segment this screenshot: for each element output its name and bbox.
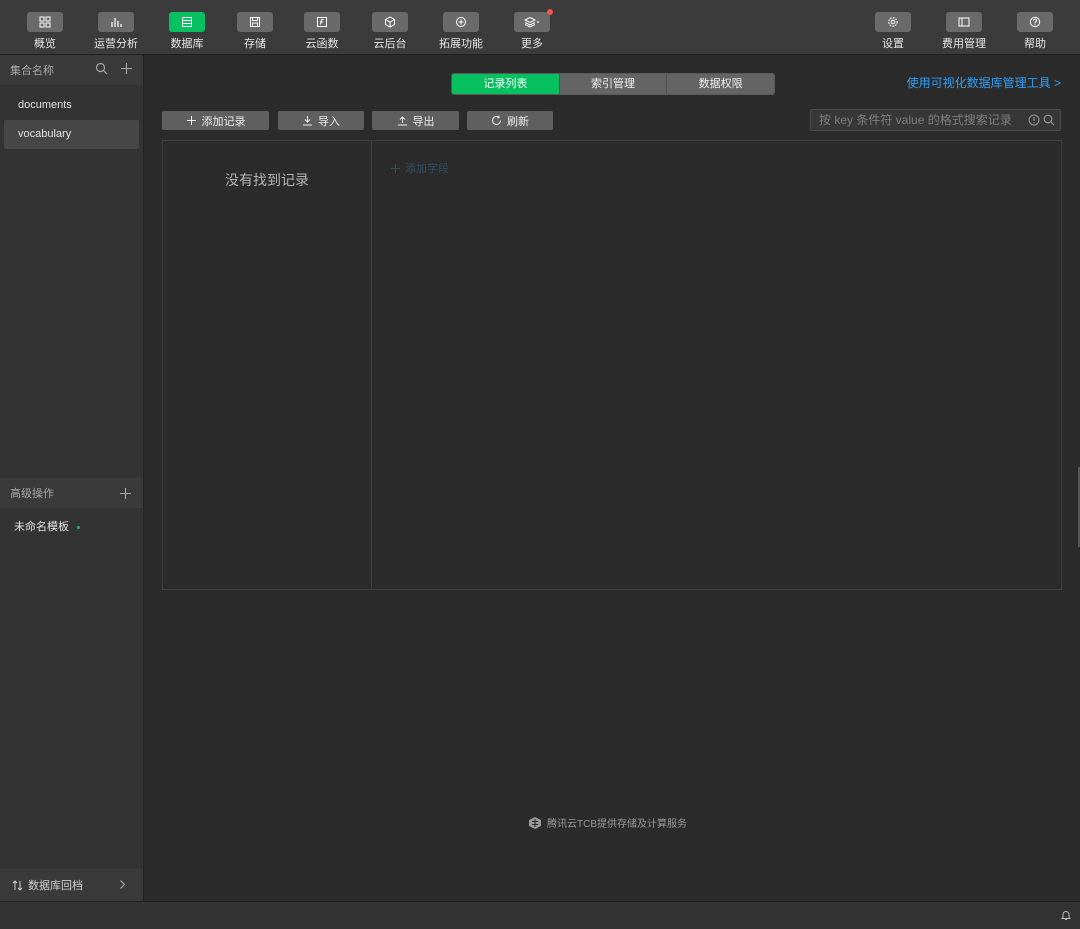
add-template-icon[interactable] <box>119 487 132 500</box>
info-icon[interactable] <box>1028 114 1040 126</box>
tencent-cloud-logo-icon <box>529 816 541 829</box>
collection-item-documents[interactable]: documents <box>4 91 139 120</box>
advanced-operations-header: 高级操作 <box>0 478 143 508</box>
toolbar-extensions-button[interactable]: 拓展功能 <box>426 12 496 52</box>
upload-icon <box>397 116 407 126</box>
layers-dropdown-icon <box>523 16 540 28</box>
status-dot <box>77 525 80 529</box>
help-question-icon <box>1029 16 1041 28</box>
tab-data-permissions[interactable]: 数据权限 <box>666 74 774 94</box>
add-field-button[interactable]: 添加字段 <box>391 160 449 176</box>
toolbar-overview-button[interactable]: 概览 <box>10 12 80 52</box>
toolbar-label: 概览 <box>34 38 56 50</box>
template-item[interactable]: 未命名模板 <box>14 518 80 534</box>
add-collection-icon[interactable] <box>120 62 133 75</box>
collections-header: 集合名称 <box>0 55 143 85</box>
toolbar-label: 数据库 <box>170 38 204 50</box>
toolbar-label: 拓展功能 <box>439 38 483 50</box>
import-label: 导入 <box>318 115 340 128</box>
template-label: 未命名模板 <box>14 521 69 533</box>
toolbar-label: 更多 <box>521 38 543 50</box>
add-field-label: 添加字段 <box>405 163 449 175</box>
add-record-label: 添加记录 <box>201 115 246 128</box>
record-search-input[interactable] <box>819 112 1024 128</box>
search-icon[interactable] <box>95 62 108 75</box>
toolbar-label: 存储 <box>244 38 266 50</box>
toolbar-label: 帮助 <box>1024 38 1046 50</box>
toolbar-help-button[interactable]: 帮助 <box>1000 12 1070 52</box>
empty-records-message: 没有找到记录 <box>225 172 309 188</box>
export-button[interactable]: 导出 <box>372 111 459 130</box>
status-bar <box>0 901 1080 929</box>
toolbar-billing-button[interactable]: 费用管理 <box>929 12 999 52</box>
collections-sidebar: 集合名称 documents vocabulary 高级操作 未命名模板 数据库… <box>0 55 144 901</box>
bell-icon[interactable] <box>1060 909 1072 921</box>
service-provider-note: 腾讯云TCB提供存储及计算服务 <box>528 815 687 830</box>
plus-icon <box>186 116 196 125</box>
view-tabs: 记录列表 索引管理 数据权限 <box>451 73 775 95</box>
toolbar-storage-button[interactable]: 存储 <box>220 12 290 52</box>
record-list: 没有找到记录 <box>163 141 372 589</box>
add-record-button[interactable]: 添加记录 <box>162 111 269 130</box>
billing-icon <box>958 17 970 27</box>
toolbar-settings-button[interactable]: 设置 <box>858 12 928 52</box>
toolbar-label: 云函数 <box>305 38 339 50</box>
toolbar-label: 运营分析 <box>94 38 138 50</box>
search-icon[interactable] <box>1043 114 1055 126</box>
visual-db-tool-link[interactable]: 使用可视化数据库管理工具 > <box>907 74 1061 91</box>
toolbar-label: 费用管理 <box>942 38 986 50</box>
toolbar-label: 设置 <box>882 38 904 50</box>
plus-icon <box>391 163 400 173</box>
records-panel: 没有找到记录 添加字段 <box>162 140 1062 590</box>
refresh-label: 刷新 <box>507 115 529 128</box>
refresh-button[interactable]: 刷新 <box>467 111 553 130</box>
bar-chart-icon <box>111 18 122 27</box>
toolbar-database-button[interactable]: 数据库 <box>152 12 222 52</box>
database-list-icon <box>182 17 192 27</box>
cube-icon <box>385 16 395 28</box>
top-toolbar: 概览 运营分析 数据库 存储 云函数 云后台 拓展功能 更多 设置 费用管理 帮… <box>0 0 1080 55</box>
service-provider-text: 腾讯云TCB提供存储及计算服务 <box>547 819 687 830</box>
notification-dot <box>547 9 553 15</box>
record-search-box <box>810 109 1061 131</box>
sort-arrows-icon <box>12 879 23 891</box>
gear-icon <box>888 17 898 27</box>
collections-header-label: 集合名称 <box>10 65 54 77</box>
toolbar-label: 云后台 <box>373 38 407 50</box>
export-label: 导出 <box>412 115 435 128</box>
overview-grid-icon <box>39 16 51 28</box>
tab-record-list[interactable]: 记录列表 <box>452 74 559 94</box>
collection-item-vocabulary[interactable]: vocabulary <box>4 120 139 149</box>
database-rollback-button[interactable]: 数据库回档 <box>0 869 143 901</box>
download-icon <box>303 116 312 126</box>
toolbar-cloud-function-button[interactable]: 云函数 <box>287 12 357 52</box>
advanced-operations-label: 高级操作 <box>10 488 54 500</box>
refresh-icon <box>492 115 501 125</box>
toolbar-cloud-admin-button[interactable]: 云后台 <box>355 12 425 52</box>
cloud-function-icon <box>317 17 327 27</box>
import-button[interactable]: 导入 <box>278 111 364 130</box>
toolbar-analytics-button[interactable]: 运营分析 <box>81 12 151 52</box>
rollback-label: 数据库回档 <box>28 880 83 892</box>
extension-plus-icon <box>456 17 466 27</box>
storage-save-icon <box>250 17 260 27</box>
tab-index-management[interactable]: 索引管理 <box>558 74 667 94</box>
chevron-right-icon <box>120 880 126 889</box>
toolbar-more-button[interactable]: 更多 <box>497 9 567 52</box>
